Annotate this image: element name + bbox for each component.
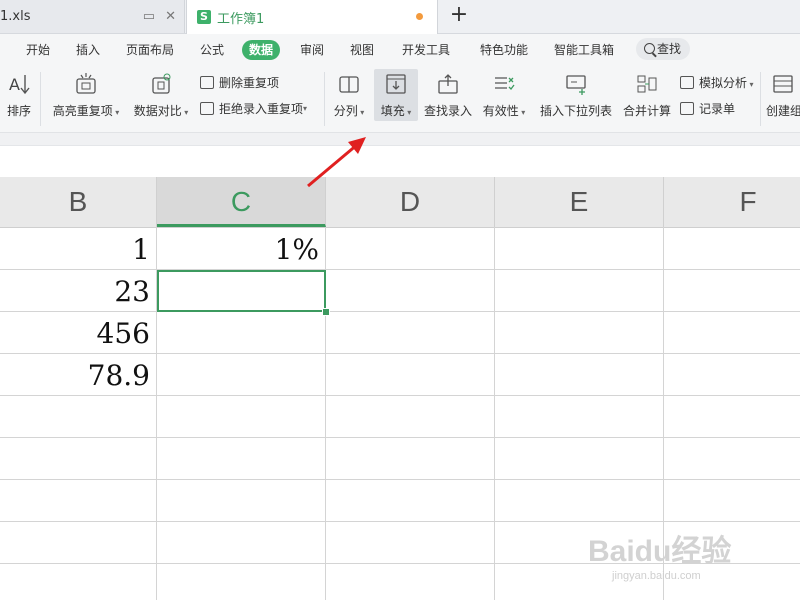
close-icon[interactable]: ✕ <box>165 9 176 24</box>
menu-item-features[interactable]: 特色功能 <box>480 41 528 59</box>
monitor-icon[interactable]: ▭ <box>143 9 155 24</box>
search-icon <box>644 43 655 54</box>
menu-bar: 开始 插入 页面布局 公式 数据 审阅 视图 开发工具 特色功能 智能工具箱 查… <box>0 34 800 66</box>
fill-button[interactable]: 填充 <box>376 72 416 119</box>
lookup-entry-label: 查找录入 <box>423 104 472 118</box>
grid-line <box>494 227 495 600</box>
record-form-button[interactable]: 记录单 <box>680 100 735 117</box>
grid-line <box>0 479 800 480</box>
lookup-entry-button[interactable]: 查找录入 <box>422 72 474 119</box>
sort-label: 排序 <box>6 104 31 118</box>
formula-bar[interactable] <box>0 146 800 177</box>
data-compare-label: 数据对比 <box>134 104 189 118</box>
menu-item-smart-toolbox[interactable]: 智能工具箱 <box>554 41 614 59</box>
menu-item-insert[interactable]: 插入 <box>76 41 100 59</box>
new-tab-plus-icon[interactable]: + <box>446 4 472 28</box>
search-label: 查找 <box>657 42 682 56</box>
menu-item-view[interactable]: 视图 <box>350 41 374 59</box>
watermark-main-text: Baidu经验 <box>588 535 732 568</box>
sort-icon: A <box>9 75 30 95</box>
split-column-label: 分列 <box>334 104 365 118</box>
merge-calculation-button[interactable]: 合并计算 <box>620 72 674 119</box>
insert-dropdown-list-icon <box>566 75 586 95</box>
what-if-analysis-icon <box>680 76 694 89</box>
formula-bar-strip <box>0 133 800 146</box>
what-if-analysis-button[interactable]: 模拟分析 <box>680 74 754 91</box>
data-validation-button[interactable]: 有效性 <box>480 72 528 119</box>
cell-c1[interactable]: 1% <box>157 228 325 270</box>
document-tab-workbook[interactable]: S 工作簿1 <box>186 0 438 34</box>
record-form-label: 记录单 <box>699 102 736 116</box>
cell-b4[interactable]: 78.9 <box>0 354 156 396</box>
data-validation-icon <box>495 77 515 90</box>
cell-b1[interactable]: 1 <box>0 228 156 270</box>
menu-item-review[interactable]: 审阅 <box>300 41 324 59</box>
highlight-duplicates-label: 高亮重复项 <box>53 104 120 118</box>
data-ribbon-toolbar: A 排序 高亮重复项 数据对比 删除重复项 拒绝录入重复项 分列 填充 查找录入… <box>0 66 800 133</box>
data-validation-label: 有效性 <box>483 104 526 118</box>
cell-b3[interactable]: 456 <box>0 312 156 354</box>
document-tab-label: 1.xls <box>0 9 31 24</box>
separator <box>324 72 325 126</box>
fill-label: 填充 <box>381 104 412 118</box>
reject-duplicates-icon <box>200 102 214 115</box>
insert-dropdown-list-label: 插入下拉列表 <box>539 104 612 118</box>
unsaved-dot-icon <box>416 13 423 20</box>
create-group-icon <box>773 75 793 93</box>
reject-duplicates-label: 拒绝录入重复项 <box>219 102 304 116</box>
svg-text:A: A <box>9 75 20 94</box>
column-header-f[interactable]: F <box>664 177 800 227</box>
remove-duplicates-label: 删除重复项 <box>219 76 280 90</box>
split-column-button[interactable]: 分列 <box>330 72 368 119</box>
sort-button[interactable]: A 排序 <box>4 72 34 119</box>
title-tab-bar: 1.xls ▭ ✕ S 工作簿1 + <box>0 0 800 34</box>
insert-dropdown-list-button[interactable]: 插入下拉列表 <box>538 72 614 119</box>
reject-duplicate-entry-button[interactable]: 拒绝录入重复项 <box>200 100 307 117</box>
cell-b2[interactable]: 23 <box>0 270 156 312</box>
watermark-url-text: jingyan.baidu.com <box>612 570 701 582</box>
document-tab-label: 工作簿1 <box>217 11 265 27</box>
column-header-b[interactable]: B <box>0 177 157 227</box>
wps-sheet-logo-icon: S <box>197 10 211 24</box>
remove-duplicates-icon <box>200 76 214 89</box>
lookup-entry-icon <box>438 74 458 94</box>
menu-item-page-layout[interactable]: 页面布局 <box>126 41 174 59</box>
menu-item-data[interactable]: 数据 <box>242 40 281 60</box>
merge-calculation-icon <box>637 75 657 93</box>
remove-duplicates-button[interactable]: 删除重复项 <box>200 74 279 91</box>
menu-item-formula[interactable]: 公式 <box>200 41 224 59</box>
merge-calculation-label: 合并计算 <box>622 104 671 118</box>
menu-item-developer[interactable]: 开发工具 <box>402 41 450 59</box>
baidu-watermark: Baidu经验 jingyan.baidu.com <box>588 512 788 592</box>
separator <box>40 72 41 126</box>
menu-item-home[interactable]: 开始 <box>26 41 50 59</box>
selected-cell-c2[interactable] <box>157 270 326 312</box>
create-group-button[interactable]: 创建组 <box>766 72 800 119</box>
fill-down-icon <box>386 74 406 94</box>
create-group-label: 创建组 <box>766 104 800 118</box>
split-column-icon <box>339 76 359 93</box>
red-arrow-annotation-icon <box>307 137 366 188</box>
grid-line <box>0 437 800 438</box>
record-form-icon <box>680 102 694 115</box>
column-header-row: B C D E F <box>0 177 800 228</box>
what-if-analysis-label: 模拟分析 <box>699 74 754 91</box>
data-compare-icon <box>152 73 171 94</box>
search-button[interactable]: 查找 <box>636 38 690 60</box>
highlight-duplicates-icon <box>76 73 96 94</box>
highlight-duplicates-button[interactable]: 高亮重复项 <box>50 72 122 119</box>
column-header-e[interactable]: E <box>495 177 664 227</box>
fill-handle[interactable] <box>322 308 330 316</box>
separator <box>760 72 761 126</box>
data-compare-button[interactable]: 数据对比 <box>130 72 192 119</box>
document-tab-xls[interactable]: 1.xls ▭ ✕ <box>0 0 185 33</box>
